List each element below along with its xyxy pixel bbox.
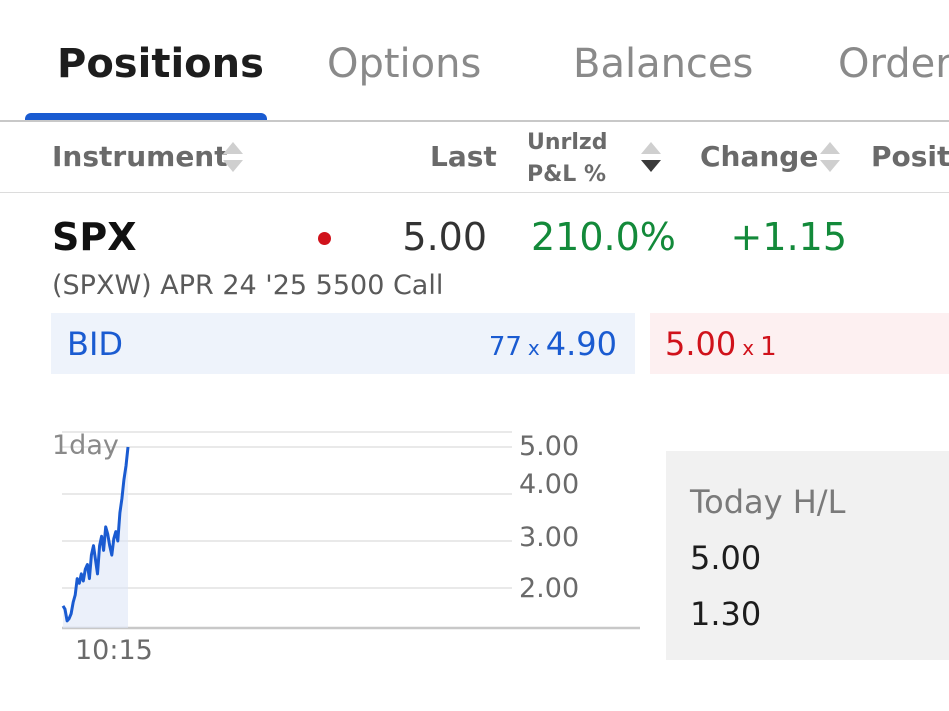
bid-price: 4.90 bbox=[545, 325, 617, 363]
bid-size: 77 bbox=[488, 332, 522, 362]
header-divider bbox=[0, 192, 949, 193]
column-header-instrument[interactable]: Instrument bbox=[52, 140, 228, 173]
price-change: +1.15 bbox=[730, 215, 847, 259]
today-low: 1.30 bbox=[690, 595, 762, 633]
price-chart[interactable]: 1day 5.00 4.00 3.00 2.00 10:15 bbox=[40, 420, 650, 670]
bid-quote[interactable]: BID 77 x 4.90 bbox=[51, 313, 635, 374]
y-tick-label: 4.00 bbox=[519, 469, 580, 500]
column-header-unrlzd-line2[interactable]: P&L % bbox=[527, 160, 606, 190]
sort-icon[interactable] bbox=[222, 140, 244, 174]
bid-size-price: 77 x 4.90 bbox=[489, 325, 617, 363]
sort-descending-icon[interactable] bbox=[640, 140, 662, 174]
bid-x-separator: x bbox=[527, 336, 540, 360]
ask-quote[interactable]: 5.00 x 1 bbox=[650, 313, 949, 374]
sort-icon[interactable] bbox=[819, 140, 841, 174]
ask-size: 1 bbox=[760, 332, 777, 362]
column-header-change[interactable]: Change bbox=[700, 140, 818, 173]
column-header-last[interactable]: Last bbox=[430, 140, 497, 173]
y-tick-label: 2.00 bbox=[519, 573, 580, 604]
chart-range-label[interactable]: 1day bbox=[52, 430, 119, 461]
y-tick-label: 5.00 bbox=[519, 431, 580, 462]
ask-price: 5.00 bbox=[665, 325, 737, 363]
contract-description: (SPXW) APR 24 '25 5500 Call bbox=[52, 270, 444, 301]
tab-bar: Positions Options Balances Orders bbox=[0, 0, 949, 122]
tab-positions[interactable]: Positions bbox=[57, 40, 264, 88]
bid-label: BID bbox=[67, 325, 124, 363]
unrealized-pnl-percent: 210.0% bbox=[531, 215, 676, 259]
x-tick-label: 10:15 bbox=[75, 635, 153, 666]
position-symbol[interactable]: SPX bbox=[52, 215, 137, 259]
status-dot-icon bbox=[318, 232, 331, 245]
today-hl-title: Today H/L bbox=[690, 483, 846, 521]
tab-orders[interactable]: Orders bbox=[838, 40, 949, 88]
column-header-unrlzd-line1[interactable]: Unrlzd bbox=[527, 128, 607, 158]
today-high: 5.00 bbox=[690, 539, 762, 577]
tab-options[interactable]: Options bbox=[327, 40, 481, 88]
today-high-low-panel: Today H/L 5.00 1.30 bbox=[666, 451, 949, 660]
y-tick-label: 3.00 bbox=[519, 522, 580, 553]
ask-price-size: 5.00 x 1 bbox=[665, 325, 777, 363]
positions-screen: Positions Options Balances Orders Instru… bbox=[0, 0, 949, 711]
tab-balances[interactable]: Balances bbox=[573, 40, 753, 88]
tabs-divider bbox=[0, 120, 949, 122]
ask-x-separator: x bbox=[742, 336, 755, 360]
last-price: 5.00 bbox=[402, 215, 487, 259]
column-header-position[interactable]: Position bbox=[871, 140, 949, 173]
